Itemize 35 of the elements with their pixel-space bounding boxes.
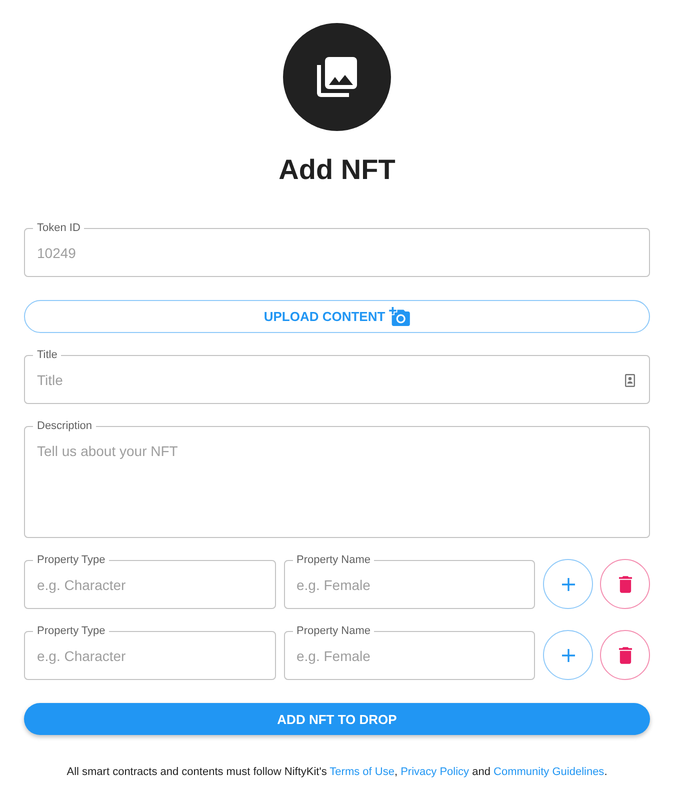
property-type-field[interactable]: Property Type e.g. Character: [24, 554, 276, 609]
property-type-input[interactable]: e.g. Character: [33, 566, 266, 608]
field-label: Description: [36, 420, 94, 432]
field-label: Title: [36, 349, 58, 361]
title-field[interactable]: Title Title: [24, 349, 650, 404]
plus-icon: [562, 578, 574, 590]
property-type-field[interactable]: Property Type e.g. Character: [24, 625, 276, 680]
delete-property-button[interactable]: [600, 559, 650, 609]
property-type-input[interactable]: e.g. Character: [33, 637, 266, 679]
property-name-field[interactable]: Property Name e.g. Female: [284, 625, 535, 680]
upload-content-button[interactable]: UPLOAD CONTENT: [24, 300, 650, 333]
add-nft-to-drop-button[interactable]: ADD NFT TO DROP: [24, 703, 650, 735]
footer-link[interactable]: Community Guidelines: [494, 766, 604, 778]
photo-gallery-icon: [283, 23, 391, 131]
field-label: Property Type: [36, 554, 106, 566]
field-label: Property Type: [36, 625, 106, 637]
description-input[interactable]: Tell us about your NFT: [33, 432, 641, 537]
trash-icon: [618, 576, 632, 592]
delete-property-button[interactable]: [600, 630, 650, 680]
trash-icon: [618, 646, 632, 664]
footer-link[interactable]: Terms of Use: [330, 766, 394, 778]
field-label: Token ID: [36, 222, 82, 234]
footer-link[interactable]: Privacy Policy: [400, 766, 470, 778]
description-field[interactable]: Description Tell us about your NFT: [24, 420, 650, 538]
page-title: Add NFT: [278, 153, 396, 187]
plus-icon: [562, 648, 574, 662]
field-label: Property Name: [296, 554, 372, 566]
add-photo-icon: [389, 307, 410, 326]
field-label: Property Name: [296, 625, 372, 637]
footer-notice: All smart contracts and contents must follow NiftyKit's Terms of Use, Privacy Policy and Community Guidelines.: [66, 765, 608, 779]
title-input[interactable]: Title: [33, 361, 625, 403]
contact-card-icon: [625, 374, 635, 386]
property-name-input[interactable]: e.g. Female: [292, 566, 526, 608]
property-name-input[interactable]: e.g. Female: [292, 637, 526, 679]
property-name-field[interactable]: Property Name e.g. Female: [284, 554, 535, 609]
